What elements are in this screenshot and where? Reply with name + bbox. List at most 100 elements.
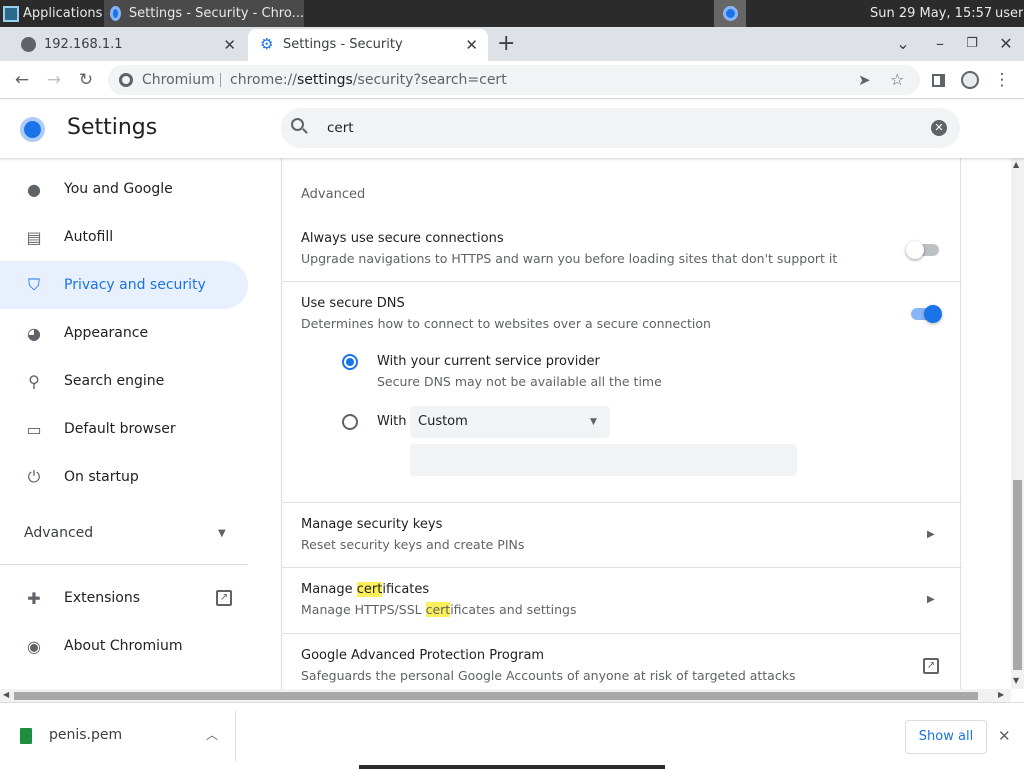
- gear-icon: ⚙: [260, 35, 274, 53]
- sidebar-item-privacy-and-security[interactable]: ⛉ Privacy and security: [0, 261, 248, 309]
- scroll-up-arrow[interactable]: ▲: [1013, 160, 1019, 169]
- row-title: Manage security keys: [301, 517, 443, 532]
- toggle-knob: [906, 241, 924, 259]
- back-button[interactable]: ←: [9, 61, 35, 99]
- sub-pre: Manage HTTPS/SSL: [301, 602, 426, 617]
- sidebar-item-about-chromium[interactable]: ◉ About Chromium: [0, 622, 248, 670]
- sidebar-item-default-browser[interactable]: ▭ Default browser: [0, 405, 248, 453]
- close-icon[interactable]: ✕: [465, 29, 478, 61]
- browser-toolbar: ← → ↻ Chromium chrome://settings/securit…: [0, 61, 1024, 99]
- row-subtitle: Safeguards the personal Google Accounts …: [301, 668, 796, 683]
- tab-search-dropdown[interactable]: ⌄: [889, 27, 917, 61]
- url-text: chrome://settings/security?search=cert: [230, 65, 507, 95]
- taskbar-window-button[interactable]: Settings - Security - Chro...: [104, 0, 304, 27]
- settings-search-box[interactable]: cert ✕: [281, 108, 960, 148]
- title-pre: Manage: [301, 582, 357, 597]
- sidebar-divider: [0, 564, 248, 565]
- horizontal-scrollbar[interactable]: ◀ ▶: [0, 689, 1011, 702]
- section-heading: Advanced: [301, 187, 366, 202]
- new-tab-button[interactable]: +: [497, 27, 515, 61]
- chevron-right-icon: ▶: [927, 529, 935, 540]
- show-all-button[interactable]: Show all: [905, 720, 987, 754]
- profile-avatar-icon[interactable]: [957, 61, 983, 99]
- row-title: Google Advanced Protection Program: [301, 648, 545, 663]
- vertical-scrollbar[interactable]: ▲ ▼: [1011, 158, 1024, 689]
- clipboard-icon: ▤: [26, 227, 42, 247]
- option-title: With your current service provider: [377, 354, 600, 369]
- side-panel-icon[interactable]: [925, 61, 951, 99]
- scrollbar-thumb[interactable]: [1013, 480, 1022, 670]
- chromium-icon: ◉: [27, 636, 41, 656]
- sidebar-item-label: Privacy and security: [64, 277, 206, 293]
- site-info-icon[interactable]: [119, 73, 133, 87]
- scrollbar-thumb[interactable]: [14, 692, 978, 700]
- chevron-up-icon[interactable]: ︿: [206, 726, 218, 743]
- scroll-left-arrow[interactable]: ◀: [3, 690, 9, 699]
- close-icon[interactable]: ✕: [998, 727, 1011, 745]
- secure-dns-row[interactable]: Use secure DNS Determines how to connect…: [282, 282, 962, 346]
- sidebar-item-appearance[interactable]: ◕ Appearance: [0, 309, 248, 357]
- sidebar-item-label: Search engine: [64, 373, 165, 389]
- tab-router[interactable]: 192.168.1.1 ✕: [8, 29, 246, 61]
- settings-search-input[interactable]: cert: [327, 108, 354, 148]
- minimize-button[interactable]: –: [926, 27, 954, 61]
- sidebar-item-you-and-google[interactable]: ● You and Google: [0, 165, 248, 213]
- sidebar-item-extensions[interactable]: ✚ Extensions ↗: [0, 574, 248, 622]
- search-highlight: cert: [425, 602, 451, 617]
- dns-provider-select[interactable]: Custom ▼: [410, 406, 610, 438]
- scroll-down-arrow[interactable]: ▼: [1013, 676, 1019, 685]
- toggle-knob: [924, 305, 942, 323]
- applications-label: Applications: [23, 6, 103, 21]
- always-secure-connections-row[interactable]: Always use secure connections Upgrade na…: [282, 218, 962, 282]
- download-item[interactable]: penis.pem ︿: [0, 711, 236, 761]
- dns-option-current-provider[interactable]: With your current service provider Secur…: [340, 351, 900, 393]
- send-icon[interactable]: ➤: [858, 65, 871, 95]
- row-title: Use secure DNS: [301, 296, 405, 311]
- omnibox-separator: [220, 73, 221, 87]
- forward-button[interactable]: →: [41, 61, 67, 99]
- sidebar-item-label: On startup: [64, 469, 139, 485]
- advanced-protection-row[interactable]: Google Advanced Protection Program Safeg…: [282, 634, 962, 689]
- dropdown-arrow-icon: ▼: [590, 417, 597, 427]
- manage-certificates-row[interactable]: Manage certificates Manage HTTPS/SSL cer…: [282, 568, 962, 632]
- file-icon: [20, 728, 32, 744]
- dns-provider-selected: Custom: [418, 414, 468, 429]
- manage-security-keys-row[interactable]: Manage security keys Reset security keys…: [282, 503, 962, 567]
- row-subtitle: Upgrade navigations to HTTPS and warn yo…: [301, 251, 838, 266]
- sidebar-item-label: Autofill: [64, 229, 114, 245]
- user-menu[interactable]: user: [995, 0, 1023, 27]
- tab-settings-security[interactable]: ⚙ Settings - Security ✕: [248, 29, 488, 61]
- secure-dns-toggle[interactable]: [911, 305, 942, 323]
- https-only-toggle[interactable]: [906, 241, 939, 259]
- reload-button[interactable]: ↻: [73, 61, 99, 99]
- applications-menu[interactable]: Applications: [0, 0, 103, 27]
- custom-dns-input[interactable]: [410, 444, 797, 476]
- sub-post: ificates and settings: [450, 602, 577, 617]
- sidebar-item-autofill[interactable]: ▤ Autofill: [0, 213, 248, 261]
- menu-kebab-icon[interactable]: ⋮: [989, 61, 1015, 99]
- search-highlight: cert: [356, 582, 383, 597]
- power-icon: ⏻: [27, 467, 41, 486]
- close-icon[interactable]: ✕: [223, 29, 236, 61]
- sidebar-advanced-toggle[interactable]: Advanced ▼: [0, 509, 248, 557]
- sidebar-item-label: You and Google: [64, 181, 173, 197]
- restore-button[interactable]: ❐: [958, 27, 986, 61]
- sidebar-item-search-engine[interactable]: ⚲ Search engine: [0, 357, 248, 405]
- row-subtitle: Determines how to connect to websites ov…: [301, 316, 711, 331]
- search-icon-handle: [302, 128, 308, 134]
- scroll-right-arrow[interactable]: ▶: [998, 690, 1004, 699]
- clock[interactable]: Sun 29 May, 15:57: [870, 0, 992, 27]
- person-icon: ●: [27, 179, 41, 199]
- window-close-button[interactable]: ✕: [992, 27, 1020, 61]
- tray-chromium-icon[interactable]: [714, 0, 746, 27]
- chevron-down-icon: ▼: [218, 527, 226, 539]
- clear-search-icon[interactable]: ✕: [931, 120, 947, 136]
- address-bar[interactable]: Chromium chrome://settings/security?sear…: [108, 65, 920, 95]
- radio-unselected-icon[interactable]: [342, 414, 358, 430]
- taskbar: Applications Settings - Security - Chro.…: [0, 0, 1024, 27]
- option-with-label: With: [377, 414, 407, 429]
- globe-icon: [21, 37, 36, 52]
- bookmark-star-icon[interactable]: ☆: [890, 65, 904, 95]
- chromium-icon: [110, 6, 121, 21]
- sidebar-item-on-startup[interactable]: ⏻ On startup: [0, 453, 248, 501]
